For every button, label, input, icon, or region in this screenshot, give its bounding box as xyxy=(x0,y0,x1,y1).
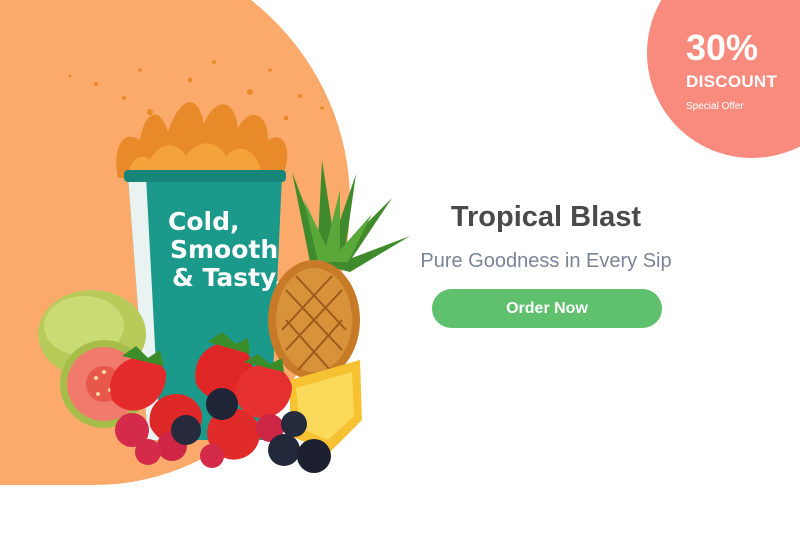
juice-splash-image xyxy=(68,60,324,178)
pineapple-image xyxy=(268,160,410,452)
product-title: Tropical Blast xyxy=(450,201,642,233)
promo-banner: 30% DISCOUNT Special Offer Cold, Smooth … xyxy=(0,0,800,548)
order-now-button[interactable]: Order Now xyxy=(432,289,662,328)
product-illustration: Cold, Smooth & Tasty. xyxy=(38,60,410,473)
special-offer-label: Special Offer xyxy=(686,101,744,112)
discount-percent: 30% xyxy=(686,27,759,68)
cup-slogan-line-1: Cold, xyxy=(168,207,239,236)
discount-label: DISCOUNT xyxy=(686,72,778,91)
product-tagline: Pure Goodness in Every Sip xyxy=(420,250,672,272)
cup-slogan-line-2: Smooth xyxy=(170,235,278,264)
cup-slogan-line-3: & Tasty. xyxy=(172,263,284,292)
